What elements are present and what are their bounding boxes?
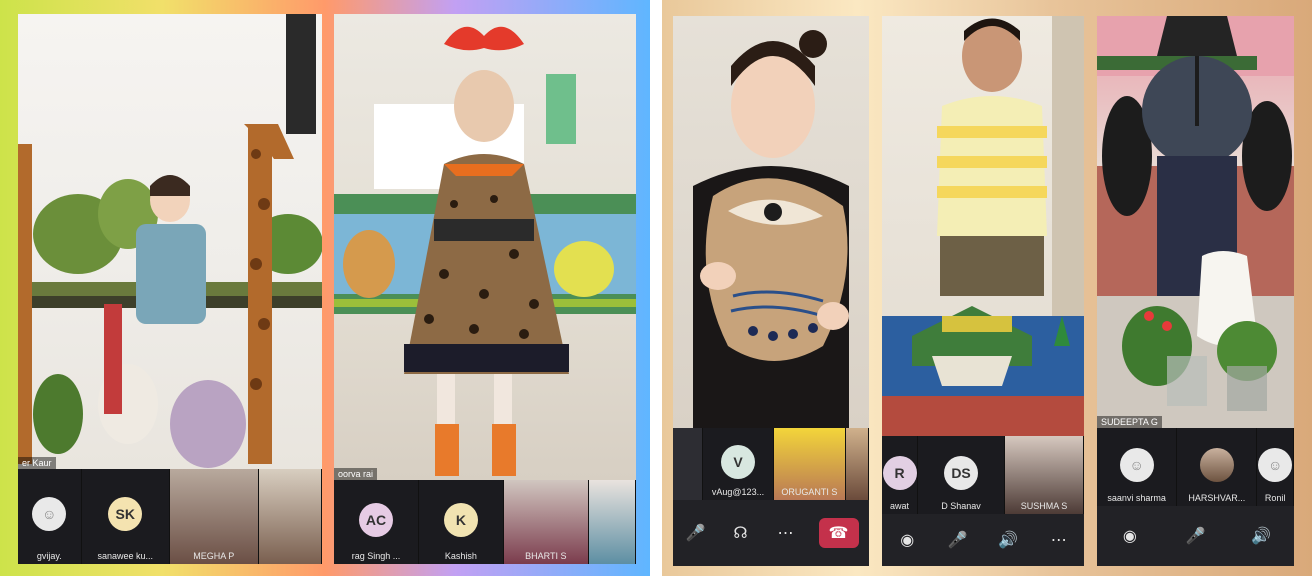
video-panel-1: er Kaur ☺ gvijay. SK sanawee ku... MEGHA…	[18, 14, 322, 564]
video-panel-3: V vAug@123... ORUGANTI S 🎤 ☊ ⋯ ☎	[673, 16, 869, 566]
video-scene-leopard-costume	[334, 26, 636, 476]
avatar: DS	[944, 455, 979, 490]
participant-strip-3: V vAug@123... ORUGANTI S	[673, 428, 869, 500]
participant-strip-4: R awat DS D Shanav SUSHMA S	[882, 436, 1084, 514]
participant-video-tile[interactable]	[673, 428, 703, 500]
microphone-icon[interactable]: 🎤	[684, 521, 708, 545]
avatar: V	[721, 444, 755, 479]
participant-name: Ronil	[1264, 493, 1286, 503]
main-video-feed-2: oorva rai	[334, 14, 636, 480]
main-participant-name: er Kaur	[18, 457, 56, 469]
participant-strip-5: ☺ saanvi sharma HARSHVAR... ☺ Ronil	[1097, 428, 1294, 506]
participant-tile[interactable]: AC rag Singh ...	[334, 480, 419, 564]
participant-tile[interactable]: ☺ gvijay.	[18, 469, 82, 564]
video-camera-icon[interactable]: ◉	[1118, 524, 1142, 548]
participant-tile[interactable]: DS D Shanav	[918, 436, 1005, 514]
video-panel-4: R awat DS D Shanav SUSHMA S ◉ 🎤 🔊 ⋯	[882, 16, 1084, 566]
participant-name: saanvi sharma	[1107, 493, 1166, 503]
speaker-icon[interactable]: 🔊	[996, 528, 1020, 552]
video-scene-child-with-crow-costume	[1097, 16, 1294, 428]
video-panel-2: oorva rai AC rag Singh ... K Kashish BHA…	[334, 14, 636, 564]
headset-icon[interactable]: ☊	[729, 521, 753, 545]
speaker-icon[interactable]: 🔊	[1249, 524, 1273, 548]
participant-tile[interactable]: HARSHVAR...	[1177, 428, 1258, 506]
person-icon: ☺	[1258, 447, 1293, 482]
avatar: R	[882, 455, 917, 490]
participant-name: vAug@123...	[711, 487, 765, 497]
participant-tile[interactable]: ☺ saanvi sharma	[1097, 428, 1178, 506]
participant-video-tile[interactable]: MEGHA P	[170, 469, 259, 564]
call-controls-3: 🎤 ☊ ⋯ ☎	[673, 500, 869, 566]
video-panel-5: SUDEEPTA G ☺ saanvi sharma HARSHVAR... ☺…	[1097, 16, 1294, 566]
participant-video-tile[interactable]: SUSHMA S	[1004, 436, 1084, 514]
participant-strip-1: ☺ gvijay. SK sanawee ku... MEGHA P	[18, 469, 322, 564]
participant-name: D Shanav	[941, 501, 981, 511]
video-camera-icon[interactable]: ◉	[895, 528, 919, 552]
participant-tile[interactable]: ☺ Ronil	[1257, 428, 1294, 506]
participant-name: SUSHMA S	[1020, 501, 1068, 511]
avatar: SK	[108, 497, 143, 531]
person-icon: ☺	[1119, 447, 1154, 482]
video-scene-girl-with-animals	[18, 14, 322, 468]
participant-name: rag Singh ...	[351, 551, 401, 561]
participant-tile[interactable]: SK sanawee ku...	[82, 469, 170, 564]
main-video-feed-5: SUDEEPTA G	[1097, 16, 1294, 428]
participant-name: gvijay.	[36, 551, 62, 561]
more-options-icon[interactable]: ⋯	[1047, 528, 1071, 552]
main-video-feed-3	[673, 16, 869, 428]
participant-name: sanawee ku...	[97, 551, 154, 561]
participant-strip-2: AC rag Singh ... K Kashish BHARTI S	[334, 480, 636, 564]
participant-tile[interactable]: R awat	[882, 436, 919, 514]
main-participant-name: SUDEEPTA G	[1097, 416, 1162, 428]
main-video-feed-1: er Kaur	[18, 14, 322, 469]
participant-video-tile[interactable]	[845, 428, 869, 500]
participant-video-tile[interactable]: BHARTI S	[503, 480, 589, 564]
call-controls-4: ◉ 🎤 🔊 ⋯	[882, 514, 1084, 566]
avatar: AC	[358, 502, 393, 537]
participant-video-tile[interactable]: ORUGANTI S	[774, 428, 846, 500]
more-options-icon[interactable]: ⋯	[774, 521, 798, 545]
video-scene-boy-with-model	[882, 16, 1084, 436]
end-call-button[interactable]: ☎	[818, 518, 859, 548]
call-controls-5: ◉ 🎤 🔊	[1097, 506, 1294, 566]
participant-name: awat	[890, 501, 910, 511]
participant-tile[interactable]: V vAug@123...	[703, 428, 775, 500]
avatar	[1199, 447, 1234, 482]
participant-tile[interactable]: K Kashish	[419, 480, 504, 564]
microphone-icon[interactable]: 🎤	[1183, 524, 1207, 548]
participant-video-tile[interactable]	[258, 469, 322, 564]
main-video-feed-4	[882, 16, 1084, 436]
participant-video-tile[interactable]	[588, 480, 636, 564]
participant-name: BHARTI S	[525, 551, 567, 561]
collage: er Kaur ☺ gvijay. SK sanawee ku... MEGHA…	[0, 0, 1312, 576]
participant-name: Kashish	[444, 551, 477, 561]
participant-name: ORUGANTI S	[781, 487, 838, 497]
participant-name: MEGHA P	[193, 551, 235, 561]
video-scene-girl-with-vase	[693, 30, 849, 428]
participant-name: HARSHVAR...	[1188, 493, 1246, 503]
avatar: K	[443, 502, 478, 537]
main-participant-name: oorva rai	[334, 468, 378, 480]
person-icon: ☺	[32, 497, 67, 531]
microphone-icon[interactable]: 🎤	[946, 528, 970, 552]
